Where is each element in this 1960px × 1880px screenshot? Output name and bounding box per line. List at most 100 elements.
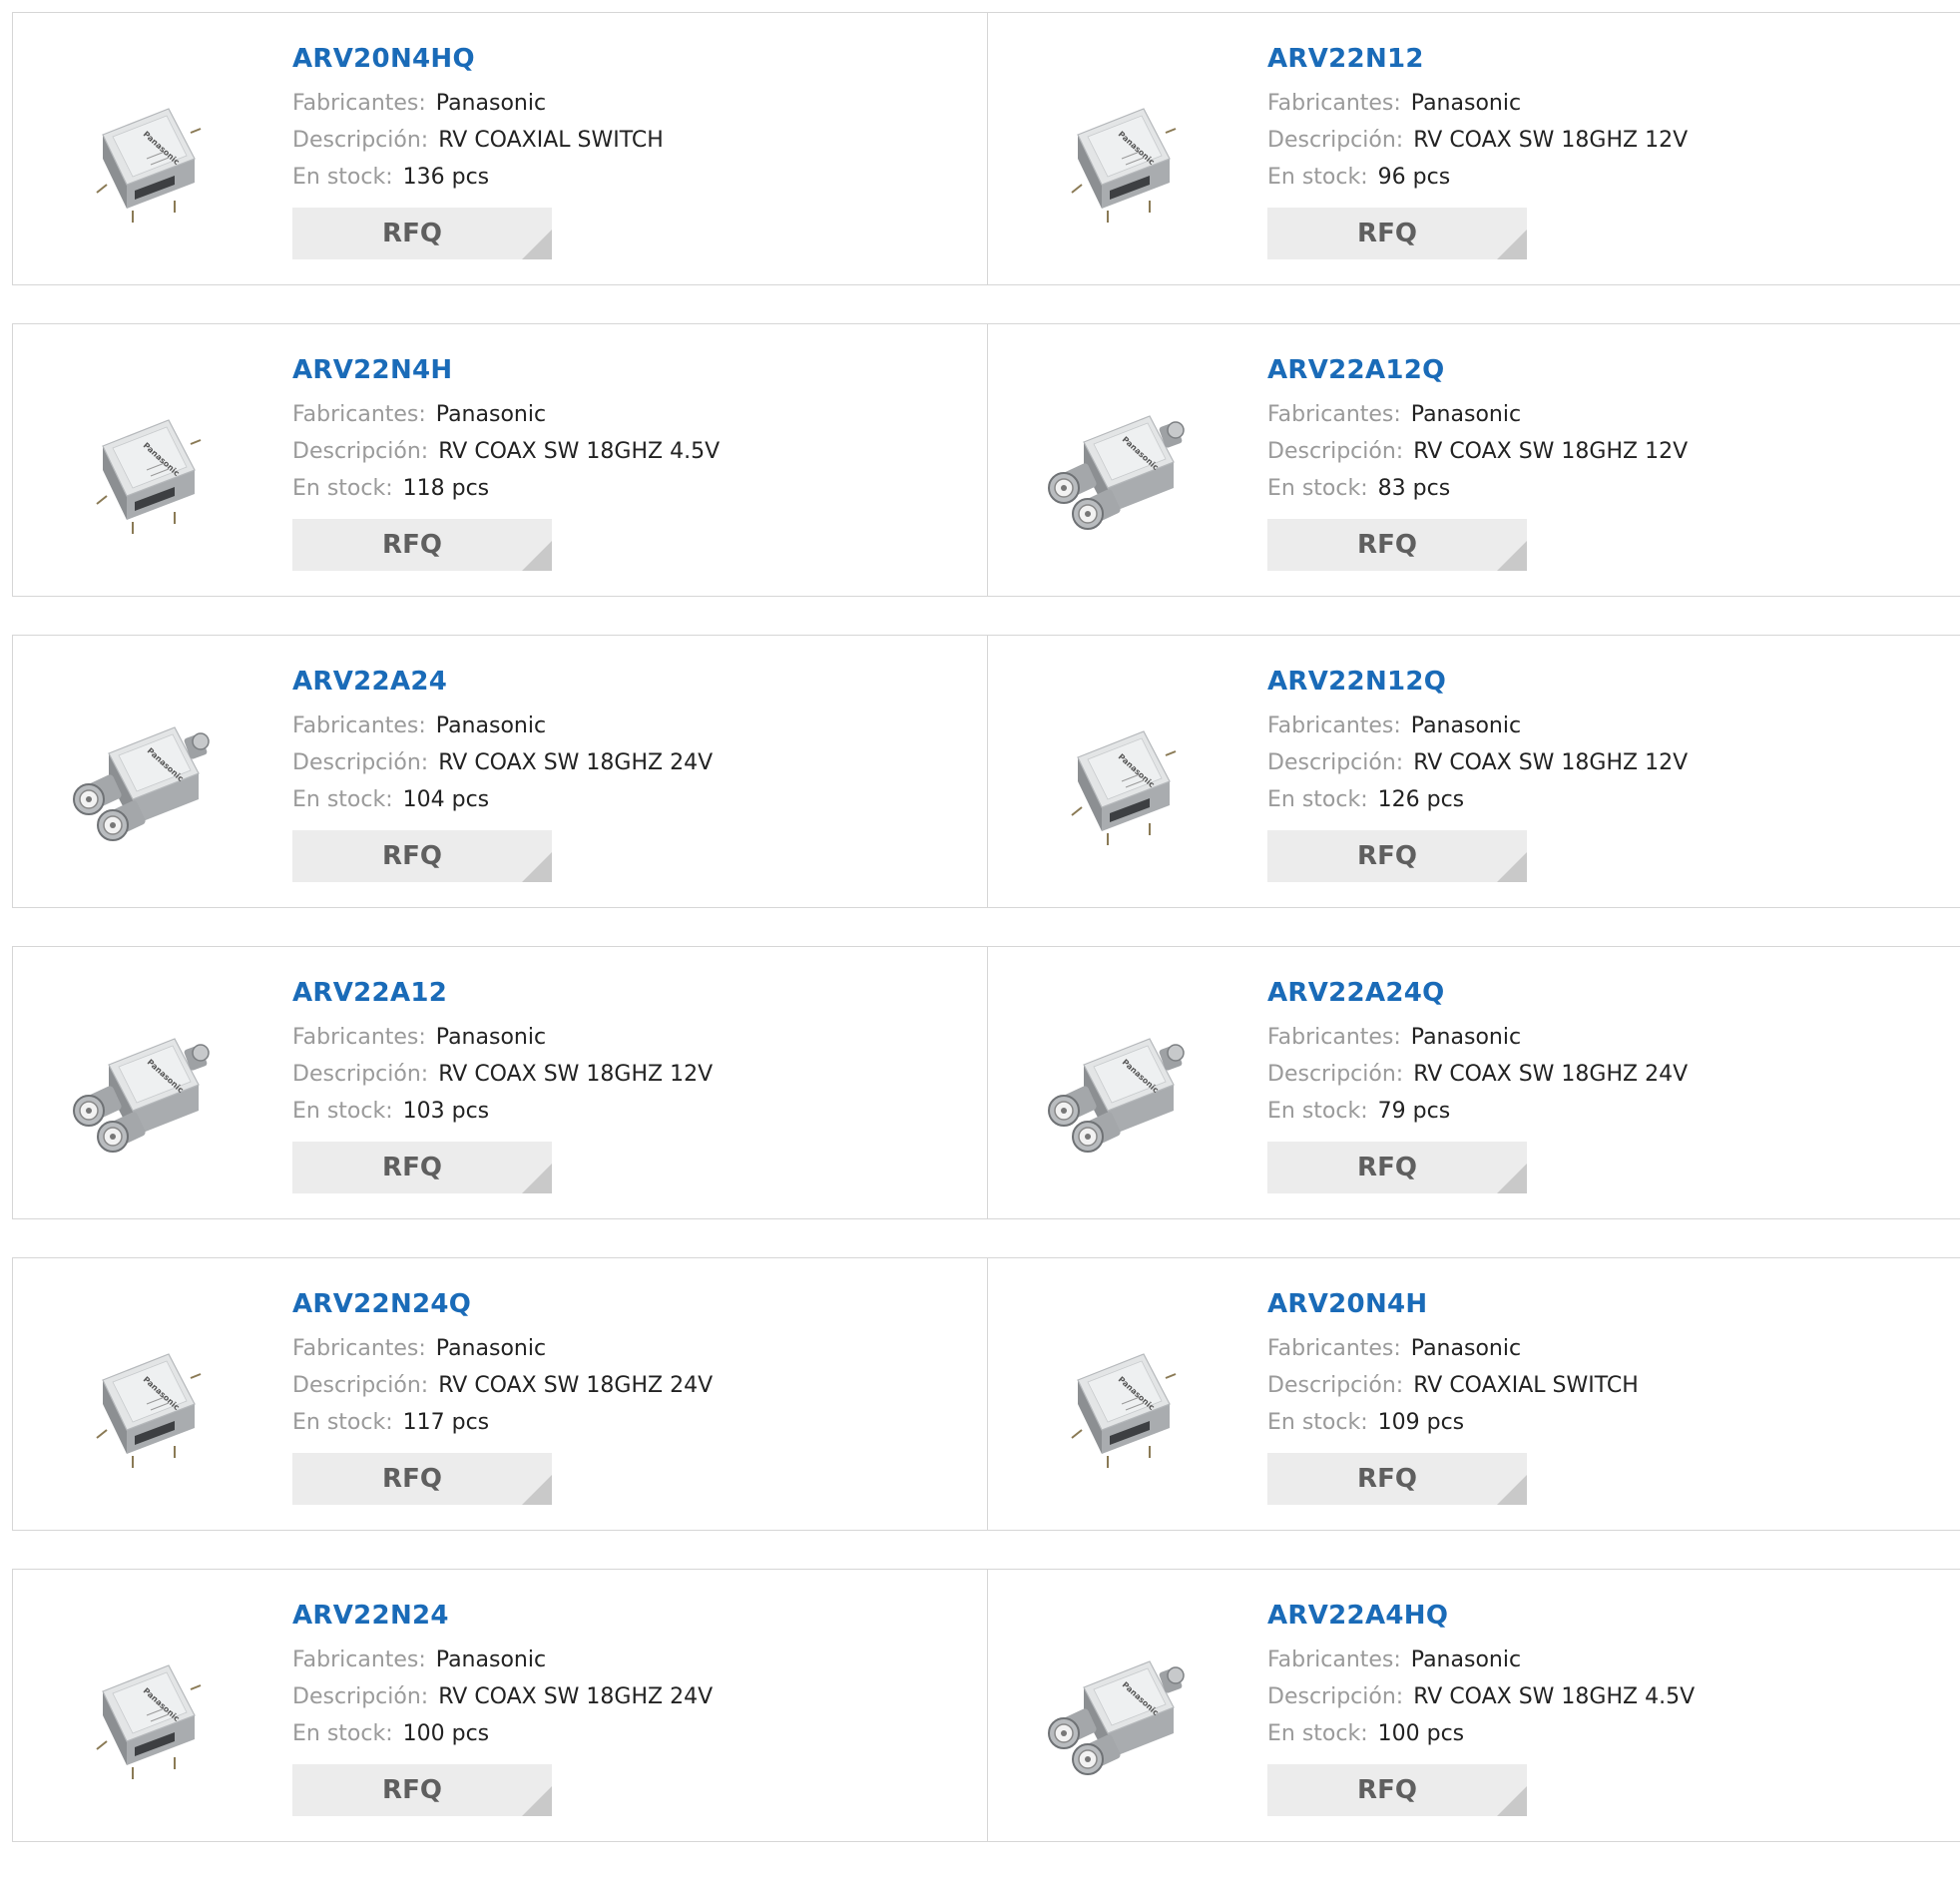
description-label: Descripción:	[1267, 750, 1404, 775]
product-name-link[interactable]: ARV22N4H	[292, 354, 720, 386]
product-name-link[interactable]: ARV22A12	[292, 977, 713, 1009]
rfq-button[interactable]: RFQ	[1267, 519, 1527, 571]
product-name-link[interactable]: ARV22A24	[292, 666, 713, 698]
description-label: Descripción:	[1267, 1062, 1404, 1087]
description-line: Descripción: RV COAX SW 18GHZ 12V	[1267, 433, 1688, 470]
rfq-label: RFQ	[1357, 1153, 1417, 1182]
product-image[interactable]: Panasonic	[1038, 1007, 1198, 1167]
manufacturer-label: Fabricantes:	[292, 1647, 426, 1672]
product-image[interactable]: Panasonic	[1038, 696, 1198, 855]
rfq-label: RFQ	[382, 1153, 442, 1182]
product-name-link[interactable]: ARV22N12Q	[1267, 666, 1688, 698]
product-row: Panasonic ARV22N4H Fabricantes: Panasonic…	[12, 323, 1960, 597]
rfq-button[interactable]: RFQ	[1267, 208, 1527, 259]
stock-line: En stock: 100 pcs	[1267, 1715, 1695, 1752]
manufacturer-label: Fabricantes:	[292, 402, 426, 427]
product-name-link[interactable]: ARV22A24Q	[1267, 977, 1688, 1009]
rfq-label: RFQ	[382, 530, 442, 560]
product-name-link[interactable]: ARV20N4HQ	[292, 43, 664, 75]
manufacturer-label: Fabricantes:	[1267, 1336, 1401, 1361]
product-info: ARV22N12Q Fabricantes: Panasonic Descripc…	[1267, 666, 1688, 882]
description-value: RV COAX SW 18GHZ 12V	[1413, 439, 1689, 464]
stock-label: En stock:	[1267, 165, 1368, 190]
manufacturer-label: Fabricantes:	[292, 1025, 426, 1050]
stock-value: 96 pcs	[1377, 165, 1451, 190]
rfq-button[interactable]: RFQ	[292, 208, 552, 259]
rfq-label: RFQ	[382, 841, 442, 871]
manufacturer-value: Panasonic	[435, 1647, 547, 1672]
manufacturer-line: Fabricantes: Panasonic	[1267, 1642, 1695, 1678]
description-label: Descripción:	[1267, 1684, 1404, 1709]
coaxial-switch-connectors-icon: Panasonic	[73, 726, 210, 841]
product-image[interactable]: Panasonic	[1038, 1630, 1198, 1789]
description-label: Descripción:	[1267, 1373, 1404, 1398]
rfq-label: RFQ	[1357, 1775, 1417, 1805]
stock-value: 118 pcs	[402, 476, 490, 501]
stock-value: 109 pcs	[1377, 1410, 1465, 1435]
rfq-button[interactable]: RFQ	[292, 1764, 552, 1816]
stock-value: 103 pcs	[402, 1099, 490, 1124]
product-image[interactable]: Panasonic	[63, 1318, 223, 1478]
stock-value: 83 pcs	[1377, 476, 1451, 501]
product-image[interactable]: Panasonic	[63, 1007, 223, 1167]
rfq-button[interactable]: RFQ	[1267, 1764, 1527, 1816]
description-line: Descripción: RV COAX SW 18GHZ 24V	[292, 744, 713, 781]
rfq-button[interactable]: RFQ	[1267, 1142, 1527, 1193]
manufacturer-label: Fabricantes:	[292, 91, 426, 116]
rfq-button[interactable]: RFQ	[1267, 1453, 1527, 1505]
product-info: ARV20N4H Fabricantes: Panasonic Descripci…	[1267, 1288, 1639, 1505]
corner-triangle-icon	[522, 852, 552, 882]
manufacturer-value: Panasonic	[1410, 713, 1522, 738]
stock-value: 126 pcs	[1377, 787, 1465, 812]
manufacturer-line: Fabricantes: Panasonic	[1267, 396, 1688, 433]
manufacturer-value: Panasonic	[435, 1025, 547, 1050]
product-name-link[interactable]: ARV22N24	[292, 1600, 713, 1632]
coaxial-switch-box-icon: Panasonic	[1071, 108, 1177, 223]
stock-label: En stock:	[292, 476, 393, 501]
manufacturer-label: Fabricantes:	[1267, 91, 1401, 116]
manufacturer-value: Panasonic	[1410, 91, 1522, 116]
product-name-link[interactable]: ARV22N12	[1267, 43, 1688, 75]
product-name-link[interactable]: ARV22A12Q	[1267, 354, 1688, 386]
product-card: Panasonic ARV22N12 Fabricantes: Panasonic…	[987, 12, 1960, 285]
manufacturer-value: Panasonic	[435, 91, 547, 116]
rfq-button[interactable]: RFQ	[292, 830, 552, 882]
product-name-link[interactable]: ARV20N4H	[1267, 1288, 1639, 1320]
stock-label: En stock:	[1267, 1099, 1368, 1124]
product-image[interactable]: Panasonic	[1038, 1318, 1198, 1478]
rfq-button[interactable]: RFQ	[1267, 830, 1527, 882]
stock-label: En stock:	[1267, 1721, 1368, 1746]
description-line: Descripción: RV COAXIAL SWITCH	[1267, 1367, 1639, 1404]
product-info: ARV22A24Q Fabricantes: Panasonic Descripc…	[1267, 977, 1688, 1193]
corner-triangle-icon	[522, 541, 552, 571]
stock-label: En stock:	[292, 1410, 393, 1435]
rfq-button[interactable]: RFQ	[292, 519, 552, 571]
stock-label: En stock:	[292, 787, 393, 812]
coaxial-switch-box-icon: Panasonic	[96, 108, 202, 223]
product-info: ARV22A24 Fabricantes: Panasonic Descripci…	[292, 666, 713, 882]
description-value: RV COAX SW 18GHZ 12V	[438, 1062, 714, 1087]
product-image[interactable]: Panasonic	[63, 384, 223, 544]
product-image[interactable]: Panasonic	[1038, 73, 1198, 233]
stock-value: 104 pcs	[402, 787, 490, 812]
rfq-label: RFQ	[382, 219, 442, 248]
product-name-link[interactable]: ARV22N24Q	[292, 1288, 713, 1320]
product-name-link[interactable]: ARV22A4HQ	[1267, 1600, 1695, 1632]
rfq-button[interactable]: RFQ	[292, 1142, 552, 1193]
rfq-label: RFQ	[382, 1775, 442, 1805]
product-card: Panasonic ARV22A24Q Fabricantes: Panasoni…	[987, 946, 1960, 1219]
rfq-label: RFQ	[1357, 841, 1417, 871]
product-card: Panasonic ARV22N4H Fabricantes: Panasonic…	[12, 323, 988, 597]
rfq-button[interactable]: RFQ	[292, 1453, 552, 1505]
product-image[interactable]: Panasonic	[1038, 384, 1198, 544]
stock-line: En stock: 100 pcs	[292, 1715, 713, 1752]
product-image[interactable]: Panasonic	[63, 696, 223, 855]
manufacturer-label: Fabricantes:	[1267, 1647, 1401, 1672]
description-label: Descripción:	[292, 128, 429, 153]
product-image[interactable]: Panasonic	[63, 73, 223, 233]
corner-triangle-icon	[1497, 541, 1527, 571]
product-row: Panasonic ARV22N24Q Fabricantes: Panasoni…	[12, 1257, 1960, 1531]
coaxial-switch-box-icon: Panasonic	[1071, 1353, 1177, 1468]
product-image[interactable]: Panasonic	[63, 1630, 223, 1789]
description-value: RV COAX SW 18GHZ 24V	[1413, 1062, 1689, 1087]
